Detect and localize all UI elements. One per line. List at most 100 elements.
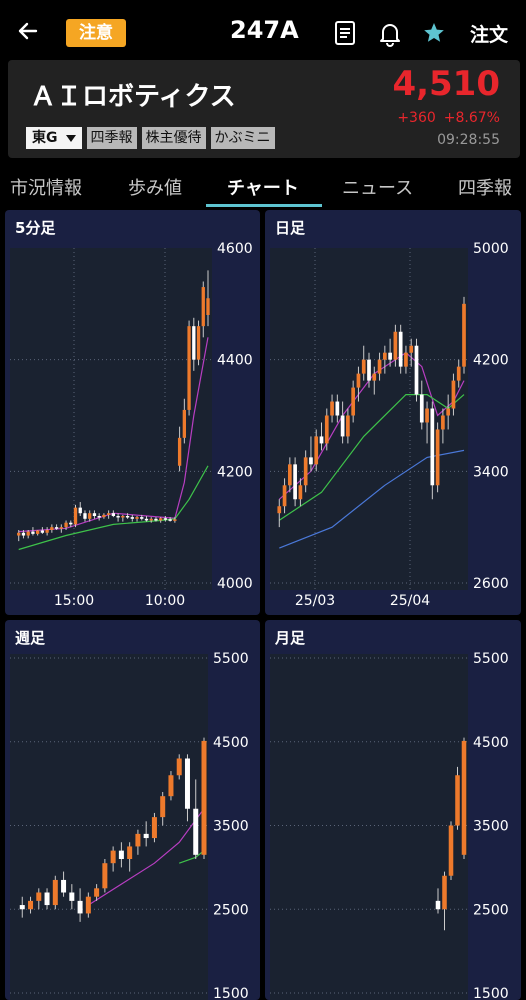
stock-tags: 東G 四季報 株主優待 かぶミニ bbox=[26, 127, 275, 149]
tag-yutai[interactable]: 株主優待 bbox=[141, 127, 206, 149]
candle-body bbox=[372, 373, 377, 381]
candle-body bbox=[154, 518, 158, 521]
candle-body bbox=[44, 892, 50, 906]
candle-body bbox=[130, 517, 134, 519]
tab-chart[interactable]: チャート bbox=[227, 174, 299, 200]
market-select[interactable]: 東G bbox=[26, 127, 82, 149]
stock-summary-card: ＡＩロボティクス 東G 四季報 株主優待 かぶミニ 4,510 +360 +8.… bbox=[8, 60, 520, 158]
candle-body bbox=[77, 900, 83, 914]
bell-icon[interactable] bbox=[377, 19, 403, 47]
candle-body bbox=[455, 775, 460, 826]
y-tick-label: 1500 bbox=[473, 986, 509, 1000]
active-tab-indicator bbox=[206, 204, 322, 207]
candle-body bbox=[176, 758, 182, 776]
chart-panel-monthly[interactable]: 月足 5500 4500 3500 2500 1500 bbox=[265, 620, 521, 1000]
candle-body bbox=[414, 345, 419, 395]
candle-body bbox=[277, 506, 282, 514]
candle-body bbox=[61, 879, 67, 893]
candle-body bbox=[461, 740, 467, 855]
price-change: +360 +8.67% bbox=[397, 110, 500, 126]
x-tick-label: 15:00 bbox=[54, 593, 94, 609]
candle-body bbox=[36, 892, 42, 901]
candle-body bbox=[173, 519, 177, 521]
candle-body bbox=[393, 331, 398, 360]
star-icon[interactable] bbox=[421, 19, 447, 47]
market-label: 東G bbox=[32, 130, 58, 146]
candle-body bbox=[425, 408, 429, 423]
candle-body bbox=[448, 825, 454, 876]
candle-body bbox=[54, 527, 59, 529]
candle-body bbox=[83, 513, 87, 519]
y-tick-label: 4500 bbox=[473, 735, 509, 751]
chart-svg: 5000 4200 3400 2600 25/03 25/04 bbox=[270, 241, 509, 609]
candle-body bbox=[430, 408, 435, 486]
tag-shikiho[interactable]: 四季報 bbox=[86, 127, 137, 149]
tab-news[interactable]: ニュース bbox=[342, 174, 413, 200]
candle-body bbox=[351, 387, 356, 416]
y-tick-label: 3400 bbox=[473, 464, 509, 480]
candle-body bbox=[116, 516, 120, 518]
candle-body bbox=[356, 373, 361, 388]
document-icon[interactable] bbox=[332, 19, 358, 47]
back-arrow-icon[interactable] bbox=[14, 17, 42, 45]
y-tick-label: 2600 bbox=[473, 576, 509, 592]
candle-body bbox=[163, 518, 168, 520]
plot-area bbox=[270, 654, 468, 1000]
candle-body bbox=[298, 485, 303, 500]
candle-body bbox=[192, 326, 196, 360]
candle-body bbox=[69, 522, 73, 525]
y-tick-label: 4500 bbox=[213, 735, 249, 751]
candle-body bbox=[121, 516, 125, 518]
candle-body bbox=[303, 457, 308, 486]
candle-body bbox=[106, 513, 111, 515]
candle-body bbox=[59, 527, 63, 529]
candle-body bbox=[196, 326, 201, 360]
candle-body bbox=[177, 437, 182, 466]
y-tick-label: 5500 bbox=[473, 651, 509, 667]
candle-body bbox=[435, 900, 441, 910]
candle-body bbox=[442, 875, 447, 910]
candle-body bbox=[21, 532, 26, 536]
candle-body bbox=[36, 530, 40, 534]
caution-badge: 注意 bbox=[66, 19, 126, 47]
order-button[interactable]: 注文 bbox=[470, 20, 508, 47]
tab-bar: 市況情報 歩み値 チャート ニュース 四季報 bbox=[0, 166, 526, 208]
y-tick-label: 4400 bbox=[217, 353, 253, 369]
chart-panel-daily[interactable]: 日足 5000 4200 3400 2600 25/03 25/04 bbox=[265, 210, 521, 615]
tab-market-info[interactable]: 市況情報 bbox=[10, 174, 82, 200]
candle-body bbox=[26, 531, 30, 536]
candle-body bbox=[287, 464, 292, 486]
candle-body bbox=[144, 518, 149, 521]
x-tick-label: 10:00 bbox=[145, 593, 185, 609]
candle-body bbox=[118, 850, 124, 859]
tag-kabumini[interactable]: かぶミニ bbox=[210, 127, 275, 149]
candle-body bbox=[135, 833, 141, 847]
candle-body bbox=[168, 775, 174, 797]
candle-body bbox=[149, 518, 153, 521]
candle-body bbox=[398, 331, 403, 367]
candle-body bbox=[140, 517, 144, 519]
candle-body bbox=[28, 900, 34, 910]
candle-body bbox=[94, 888, 100, 897]
candle-body bbox=[388, 352, 392, 360]
candle-body bbox=[309, 457, 313, 465]
tab-shikiho[interactable]: 四季報 bbox=[458, 174, 512, 200]
candle-body bbox=[52, 879, 58, 906]
x-tick-label: 25/03 bbox=[295, 593, 335, 609]
candle-body bbox=[31, 531, 35, 534]
chart-svg: 5500 4500 3500 2500 1500 bbox=[270, 651, 509, 1000]
chart-panel-5min[interactable]: 5分足 4600 4400 4200 4000 15:00 10:00 bbox=[5, 210, 260, 615]
candle-body bbox=[346, 415, 350, 437]
tab-ticks[interactable]: 歩み値 bbox=[128, 174, 182, 200]
candle-body bbox=[160, 796, 166, 818]
candle-body bbox=[111, 513, 116, 516]
chart-panel-weekly[interactable]: 週足 5500 4500 3500 2500 1500 bbox=[5, 620, 260, 1000]
candle-body bbox=[88, 513, 92, 519]
candle-body bbox=[69, 892, 75, 901]
candle-body bbox=[446, 408, 451, 416]
candle-body bbox=[319, 436, 324, 444]
candle-body bbox=[324, 415, 329, 444]
candle-body bbox=[409, 345, 414, 353]
candle-body bbox=[441, 415, 445, 430]
candle-body bbox=[92, 513, 97, 516]
